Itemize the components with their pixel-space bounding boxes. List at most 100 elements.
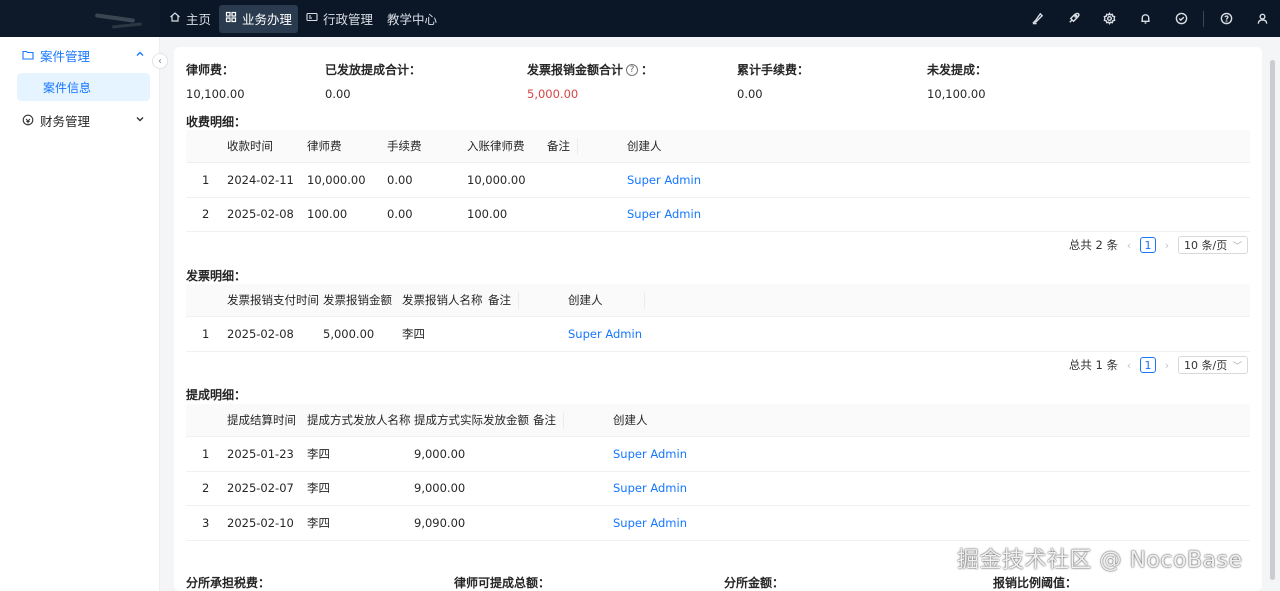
column-divider	[644, 292, 645, 309]
stat-value: 0.00	[325, 87, 351, 101]
nav-item-label: 主页	[186, 12, 212, 27]
user-icon[interactable]	[1244, 0, 1280, 37]
sidebar-item-case-info[interactable]: 案件信息	[17, 73, 150, 101]
stat-label: 累计手续费：	[737, 63, 810, 77]
sidebar-group-label: 案件管理	[40, 48, 91, 64]
cell-fee: 100.00	[307, 207, 348, 222]
column-header[interactable]: 创建人	[627, 130, 662, 162]
column-header[interactable]: 发票报销金额	[323, 284, 392, 316]
column-header[interactable]: 发票报销人名称	[402, 284, 483, 316]
cell-net-fee: 100.00	[467, 207, 508, 222]
column-header[interactable]: 发票报销支付时间	[227, 284, 319, 316]
fees-pagination: 总共 2 条 ‹ 1 › 10 条/页 ﹀	[1069, 236, 1248, 254]
bell-icon[interactable]	[1127, 0, 1163, 37]
logo[interactable]	[0, 0, 160, 37]
id-card-icon	[306, 11, 318, 26]
column-header[interactable]: 收款时间	[227, 130, 273, 162]
folder-icon	[22, 49, 34, 61]
stat-value: 5,000.00	[527, 87, 579, 101]
column-header[interactable]: 律师费	[307, 130, 342, 162]
sidebar-group-case-management[interactable]: 案件管理	[0, 38, 159, 72]
row-number: 2	[202, 481, 210, 496]
creator-link[interactable]: Super Admin	[613, 506, 687, 540]
row-number: 3	[202, 515, 210, 530]
pagination-total: 总共 1 条	[1068, 358, 1118, 372]
nav-item-business[interactable]: 业务办理	[219, 4, 299, 33]
nav-item-teaching[interactable]: 教学中心	[381, 5, 443, 33]
column-header[interactable]: 创建人	[613, 404, 648, 436]
cell-net-fee: 10,000.00	[467, 172, 526, 187]
top-navigation-bar: 主页 业务办理 行政管理 教学中心	[0, 0, 1280, 37]
stat-label: 未发提成：	[927, 63, 988, 77]
watermark: 掘金技术社区 @ NocoBase	[957, 548, 1243, 573]
label-branch-tax: 分所承担税费：	[186, 576, 271, 590]
cell-amount: 9,090.00	[414, 515, 466, 530]
column-header[interactable]: 提成结算时间	[227, 404, 296, 436]
creator-link[interactable]: Super Admin	[627, 198, 701, 232]
cell-name: 李四	[402, 326, 425, 341]
stat-unpaid-commission: 未发提成： 10,100.00	[927, 61, 987, 101]
stat-value: 0.00	[737, 87, 763, 101]
table-row[interactable]: 1 2025-02-08 5,000.00 李四 Super Admin	[186, 317, 1250, 352]
cell-name: 李四	[307, 446, 330, 461]
creator-link[interactable]: Super Admin	[627, 163, 701, 197]
page-button[interactable]: 1	[1140, 357, 1156, 373]
case-detail-card: 律师费： 10,100.00 已发放提成合计： 0.00 发票报销金额合计 ? …	[174, 47, 1262, 591]
table-row[interactable]: 3 2025-02-10 李四 9,090.00 Super Admin	[186, 506, 1250, 541]
label-reimbursement-threshold: 报销比例阈值：	[993, 576, 1078, 590]
table-header: 提成结算时间 提成方式发放人名称 提成方式实际发放金额 备注 创建人	[186, 404, 1250, 437]
table-row[interactable]: 2 2025-02-08 100.00 0.00 100.00 Super Ad…	[186, 198, 1250, 232]
nav-item-admin[interactable]: 行政管理	[300, 5, 379, 33]
nav-item-label: 业务办理	[242, 12, 293, 27]
rocket-icon[interactable]	[1055, 0, 1091, 37]
column-header[interactable]: 备注	[533, 404, 556, 436]
table-header: 发票报销支付时间 发票报销金额 发票报销人名称 备注 创建人	[186, 284, 1250, 317]
cell-date: 2025-02-10	[227, 515, 294, 530]
column-header[interactable]: 创建人	[568, 284, 603, 316]
page-scrollbar[interactable]	[1270, 60, 1275, 580]
prev-page-icon[interactable]: ‹	[1124, 239, 1134, 252]
page-button[interactable]: 1	[1140, 237, 1156, 253]
column-header[interactable]: 备注	[488, 284, 511, 316]
column-header[interactable]: 提成方式实际发放金额	[414, 404, 529, 436]
table-row[interactable]: 1 2025-01-23 李四 9,000.00 Super Admin	[186, 437, 1250, 472]
grid-icon	[225, 11, 237, 26]
column-divider	[518, 292, 519, 309]
table-row[interactable]: 1 2024-02-11 10,000.00 0.00 10,000.00 Su…	[186, 163, 1250, 198]
column-divider	[577, 138, 578, 155]
table-row[interactable]: 2 2025-02-07 李四 9,000.00 Super Admin	[186, 472, 1250, 506]
prev-page-icon[interactable]: ‹	[1124, 359, 1134, 372]
stat-value: 10,100.00	[927, 87, 986, 101]
stat-label-row: 发票报销金额合计 ? ：	[527, 61, 653, 78]
question-circle-icon[interactable]: ?	[626, 63, 639, 76]
creator-link[interactable]: Super Admin	[613, 472, 687, 506]
next-page-icon[interactable]: ›	[1162, 359, 1172, 372]
check-circle-icon[interactable]	[1163, 0, 1199, 37]
column-header[interactable]: 手续费	[387, 130, 422, 162]
gear-icon[interactable]	[1091, 0, 1127, 37]
cell-date: 2025-02-08	[227, 326, 294, 341]
brush-icon[interactable]	[1019, 0, 1055, 37]
invoices-pagination: 总共 1 条 ‹ 1 › 10 条/页 ﹀	[1069, 356, 1248, 374]
page-size-select[interactable]: 10 条/页 ﹀	[1178, 356, 1248, 374]
creator-link[interactable]: Super Admin	[613, 437, 687, 471]
stat-invoice-total: 发票报销金额合计 ? ： 5,000.00	[527, 61, 653, 101]
cell-amount: 9,000.00	[414, 446, 466, 461]
column-header[interactable]: 备注	[547, 130, 570, 162]
summary-stats: 律师费： 10,100.00 已发放提成合计： 0.00 发票报销金额合计 ? …	[186, 61, 1246, 101]
sidebar-group-finance[interactable]: 财务管理	[0, 103, 159, 137]
page-size-select[interactable]: 10 条/页 ﹀	[1178, 236, 1248, 254]
help-icon[interactable]	[1208, 0, 1244, 37]
sidebar-collapse-button[interactable]: ‹	[152, 53, 168, 69]
stat-label: 律师费：	[186, 63, 235, 77]
chevron-down-icon: ﹀	[1232, 361, 1242, 372]
stat-lawyer-fee: 律师费： 10,100.00	[186, 61, 245, 101]
nav-item-home[interactable]: 主页	[163, 5, 217, 33]
top-actions	[1019, 0, 1280, 37]
creator-link[interactable]: Super Admin	[568, 317, 642, 351]
column-header[interactable]: 提成方式发放人名称	[307, 404, 411, 436]
cell-amount: 5,000.00	[323, 326, 375, 341]
page-size-value: 10 条/页	[1184, 239, 1228, 252]
column-header[interactable]: 入账律师费	[467, 130, 525, 162]
next-page-icon[interactable]: ›	[1162, 239, 1172, 252]
